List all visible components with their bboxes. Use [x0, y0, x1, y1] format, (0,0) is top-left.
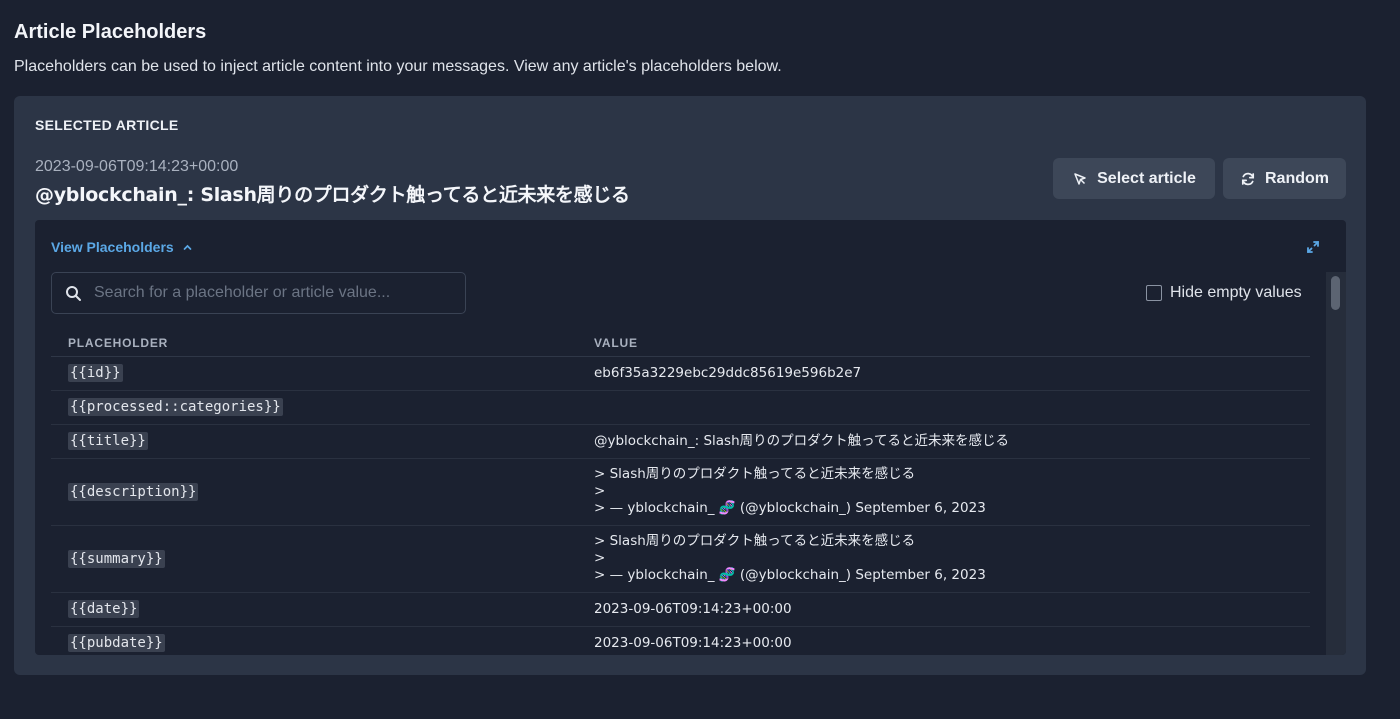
value-line: > — yblockchain_ 🧬 (@yblockchain_) Septe… [594, 567, 986, 583]
placeholder-name: {{summary}} [68, 549, 165, 568]
article-date: 2023-09-06T09:14:23+00:00 [35, 158, 239, 175]
value-line: > Slash周りのプロダクト触ってると近未来を感じる [594, 533, 916, 549]
chevron-up-icon [183, 244, 192, 250]
placeholders-table: PLACEHOLDER VALUE {{id}} eb6f35a3229ebc2… [51, 330, 1310, 655]
placeholder-name: {{title}} [68, 432, 148, 450]
table-row: {{id}} eb6f35a3229ebc29ddc85619e596b2e7 [51, 356, 1310, 391]
view-placeholders-label: View Placeholders [51, 239, 174, 255]
hide-empty-toggle[interactable]: Hide empty values [1146, 284, 1302, 302]
placeholder-name: {{date}} [68, 600, 140, 618]
search-input[interactable] [94, 284, 454, 302]
scrollbar-thumb[interactable] [1331, 276, 1340, 310]
column-header-placeholder: PLACEHOLDER [51, 330, 573, 357]
table-row: {{title}} @yblockchain_: Slash周りのプロダクト触っ… [51, 424, 1310, 459]
placeholders-panel: View Placeholders Hide empty values [35, 220, 1346, 655]
hide-empty-checkbox[interactable] [1146, 285, 1162, 301]
random-label: Random [1265, 169, 1329, 187]
table-row: {{pubdate}} 2023-09-06T09:14:23+00:00 [51, 626, 1310, 655]
table-row: {{date}} 2023-09-06T09:14:23+00:00 [51, 592, 1310, 627]
value-line: > [594, 483, 606, 499]
placeholder-name: {{description}} [68, 482, 199, 501]
random-button[interactable]: Random [1223, 158, 1346, 199]
placeholder-value: 2023-09-06T09:14:23+00:00 [573, 626, 1310, 655]
placeholder-value: 2023-09-06T09:14:23+00:00 [573, 592, 1310, 627]
placeholder-name: {{processed::categories}} [68, 398, 283, 416]
selected-article-card: SELECTED ARTICLE 2023-09-06T09:14:23+00:… [14, 96, 1366, 675]
scrollbar[interactable] [1326, 272, 1346, 655]
placeholder-value: eb6f35a3229ebc29ddc85619e596b2e7 [573, 356, 1310, 391]
cursor-arrow-icon [1074, 172, 1086, 185]
column-header-value: VALUE [573, 330, 1310, 357]
page-title: Article Placeholders [14, 21, 207, 43]
select-article-label: Select article [1097, 169, 1196, 187]
value-line: > [594, 550, 606, 566]
view-placeholders-toggle[interactable]: View Placeholders [51, 239, 193, 255]
placeholder-value: > Slash周りのプロダクト触ってると近未来を感じる > > — yblock… [573, 458, 1310, 526]
placeholder-name: {{id}} [68, 364, 123, 382]
search-box [51, 272, 466, 314]
select-article-button[interactable]: Select article [1053, 158, 1215, 199]
refresh-icon [1241, 172, 1255, 185]
hide-empty-label: Hide empty values [1170, 284, 1302, 301]
placeholder-value: @yblockchain_: Slash周りのプロダクト触ってると近未来を感じる [573, 424, 1310, 459]
table-header-row: PLACEHOLDER VALUE [51, 330, 1310, 357]
search-icon [66, 285, 81, 301]
article-title: @yblockchain_: Slash周りのプロダクト触ってると近未来を感じる [35, 184, 630, 206]
page-subtitle: Placeholders can be used to inject artic… [14, 58, 782, 75]
expand-icon[interactable] [1306, 240, 1320, 254]
table-row: {{processed::categories}} [51, 390, 1310, 425]
table-row: {{summary}} > Slash周りのプロダクト触ってると近未来を感じる … [51, 525, 1310, 593]
placeholder-value: > Slash周りのプロダクト触ってると近未来を感じる > > — yblock… [573, 525, 1310, 593]
value-line: > Slash周りのプロダクト触ってると近未来を感じる [594, 466, 916, 482]
selected-article-label: SELECTED ARTICLE [35, 117, 179, 133]
placeholder-value [573, 390, 1310, 425]
table-row: {{description}} > Slash周りのプロダクト触ってると近未来を… [51, 458, 1310, 526]
placeholder-name: {{pubdate}} [68, 634, 165, 652]
value-line: > — yblockchain_ 🧬 (@yblockchain_) Septe… [594, 500, 986, 516]
